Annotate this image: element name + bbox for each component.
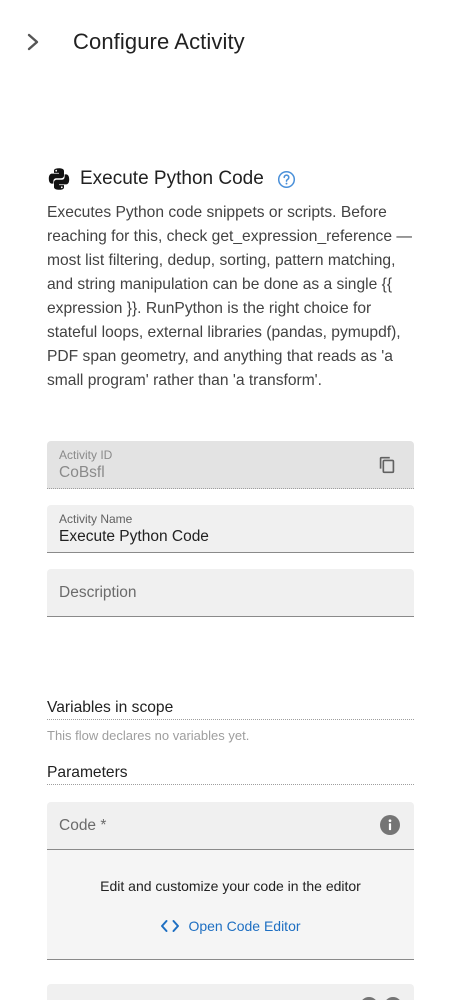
open-code-editor-label: Open Code Editor bbox=[188, 918, 301, 934]
code-brackets-icon bbox=[161, 920, 180, 932]
help-circle-icon[interactable] bbox=[277, 170, 296, 189]
variables-hint: This flow declares no variables yet. bbox=[47, 728, 250, 743]
variables-heading: Variables in scope bbox=[47, 698, 414, 720]
activity-title: Execute Python Code bbox=[80, 168, 264, 189]
activity-id-value: CoBsfl bbox=[59, 464, 105, 481]
chevron-right-icon bbox=[27, 33, 39, 51]
activity-header: Execute Python Code bbox=[47, 165, 296, 193]
activity-name-field[interactable]: Activity Name Execute Python Code bbox=[47, 505, 414, 553]
code-field-label: Code * bbox=[59, 817, 107, 834]
panel-header: Configure Activity bbox=[0, 0, 470, 84]
activity-description: Executes Python code snippets or scripts… bbox=[47, 204, 412, 389]
code-editor-panel: Edit and customize your code in the edit… bbox=[47, 850, 414, 960]
code-field[interactable]: Code * bbox=[47, 802, 414, 850]
next-parameter-field[interactable] bbox=[47, 984, 414, 1000]
parameters-heading: Parameters bbox=[47, 763, 414, 785]
copy-icon[interactable] bbox=[376, 454, 398, 476]
description-field[interactable]: Description bbox=[47, 569, 414, 617]
description-placeholder: Description bbox=[59, 584, 137, 601]
page-title: Configure Activity bbox=[73, 29, 245, 54]
collapse-panel-button[interactable] bbox=[20, 28, 46, 56]
activity-id-field[interactable]: Activity ID CoBsfl bbox=[47, 441, 414, 489]
activity-id-label: Activity ID bbox=[59, 448, 113, 462]
python-icon bbox=[48, 168, 70, 190]
info-icon[interactable] bbox=[380, 815, 400, 835]
editor-instructions: Edit and customize your code in the edit… bbox=[100, 878, 361, 894]
activity-name-label: Activity Name bbox=[59, 512, 133, 526]
activity-name-value: Execute Python Code bbox=[59, 528, 209, 545]
open-code-editor-button[interactable]: Open Code Editor bbox=[47, 916, 414, 936]
